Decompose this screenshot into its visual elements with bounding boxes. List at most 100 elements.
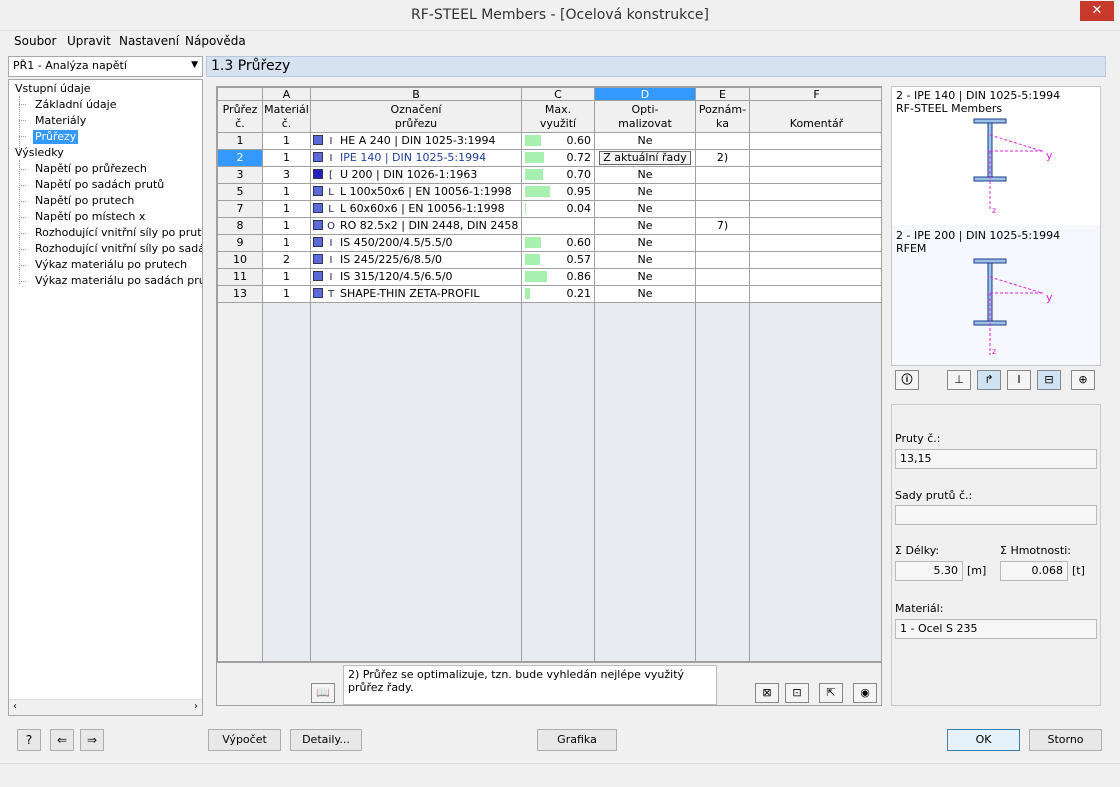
optimize-cell[interactable]: Z aktuální řady bbox=[594, 149, 696, 167]
menu-soubor[interactable]: Soubor bbox=[14, 34, 56, 48]
note-cell[interactable] bbox=[695, 285, 750, 303]
axes-icon[interactable]: ↱ bbox=[977, 370, 1001, 390]
note-cell[interactable] bbox=[695, 268, 750, 286]
section-cell[interactable]: I IS 450/200/4.5/5.5/0 bbox=[310, 234, 522, 252]
table-row[interactable]: 13 1 T SHAPE-THIN ZETA-PROFIL 0.21 Ne bbox=[217, 285, 881, 303]
material-cell[interactable]: 1 bbox=[262, 200, 311, 218]
export-excel-icon[interactable]: ⊠ bbox=[755, 683, 779, 703]
note-cell[interactable] bbox=[695, 183, 750, 201]
tree-item-sily-po-sadach[interactable]: Rozhodující vnitřní síly po sadách p bbox=[35, 242, 202, 256]
comment-cell[interactable] bbox=[749, 217, 881, 235]
note-cell[interactable] bbox=[695, 251, 750, 269]
row-number[interactable]: 11 bbox=[217, 268, 263, 286]
material-cell[interactable]: 1 bbox=[262, 285, 311, 303]
tree-item-vstupni-udaje[interactable]: Vstupní údaje bbox=[15, 82, 91, 96]
row-number[interactable]: 1 bbox=[217, 132, 263, 150]
select-member-icon[interactable]: ⇱ bbox=[819, 683, 843, 703]
table-row[interactable]: 71 L L 60x60x6 | EN 10056-1:1998 0.04 Ne bbox=[217, 200, 881, 218]
tree-item-vysledky[interactable]: Výsledky bbox=[15, 146, 64, 160]
optimize-cell[interactable]: Ne bbox=[594, 166, 696, 184]
comment-cell[interactable] bbox=[749, 149, 881, 167]
graphics-button[interactable]: Grafika bbox=[537, 729, 617, 751]
optimize-cell[interactable]: Ne bbox=[594, 200, 696, 218]
comment-cell[interactable] bbox=[749, 251, 881, 269]
comment-cell[interactable] bbox=[749, 285, 881, 303]
optimize-cell[interactable]: Ne bbox=[594, 234, 696, 252]
row-number[interactable]: 13 bbox=[217, 285, 263, 303]
section-cell[interactable]: I HE A 240 | DIN 1025-3:1994 bbox=[310, 132, 522, 150]
tree-item-napeti-po-prurezech[interactable]: Napětí po průřezech bbox=[35, 162, 147, 176]
table-row[interactable]: 10 2 I IS 245/225/6/8.5/0 0.57 Ne bbox=[217, 251, 881, 269]
section-cell[interactable]: [U 200 | DIN 1026-1:1963 bbox=[310, 166, 522, 184]
material-cell[interactable]: 1 bbox=[262, 132, 311, 150]
row-number[interactable]: 8 bbox=[217, 217, 263, 235]
show-section-icon[interactable]: ⊥ bbox=[947, 370, 971, 390]
dimensions-icon[interactable]: I bbox=[1007, 370, 1031, 390]
comment-cell[interactable] bbox=[749, 166, 881, 184]
table-row[interactable]: 9 1 I IS 450/200/4.5/5.5/0 0.60 Ne bbox=[217, 234, 881, 252]
section-cell[interactable]: I IS 315/120/4.5/6.5/0 bbox=[310, 268, 522, 286]
scroll-right-icon[interactable]: › bbox=[194, 701, 198, 712]
row-number[interactable]: 7 bbox=[217, 200, 263, 218]
previous-icon[interactable]: ⇐ bbox=[50, 729, 74, 751]
note-cell[interactable]: 2) bbox=[695, 149, 750, 167]
tree-item-napeti-po-prutech[interactable]: Napětí po prutech bbox=[35, 194, 134, 208]
comment-cell[interactable] bbox=[749, 234, 881, 252]
optimize-cell[interactable]: Ne bbox=[594, 217, 696, 235]
tree-item-napeti-po-mistech[interactable]: Napětí po místech x bbox=[35, 210, 145, 224]
table-row[interactable]: 11 1 I IS 315/120/4.5/6.5/0 0.86 Ne bbox=[217, 268, 881, 286]
row-number[interactable]: 10 bbox=[217, 251, 263, 269]
menu-nastaveni[interactable]: Nastavení bbox=[119, 34, 179, 48]
tree-item-napeti-po-sadach[interactable]: Napětí po sadách prutů bbox=[35, 178, 164, 192]
comment-cell[interactable] bbox=[749, 183, 881, 201]
zoom-icon[interactable]: ⊕ bbox=[1071, 370, 1095, 390]
note-cell[interactable] bbox=[695, 166, 750, 184]
ok-button[interactable]: OK bbox=[947, 729, 1020, 751]
tree-horizontal-scrollbar[interactable]: ‹ › bbox=[9, 699, 202, 715]
section-cell[interactable]: O RO 82.5x2 | DIN 2448, DIN 2458 bbox=[310, 217, 522, 235]
details-button[interactable]: Detaily... bbox=[290, 729, 362, 751]
cancel-button[interactable]: Storno bbox=[1029, 729, 1102, 751]
col-letter-b[interactable]: B bbox=[310, 87, 522, 101]
material-cell[interactable]: 1 bbox=[262, 234, 311, 252]
table-row[interactable]: 2 1 I IPE 140 | DIN 1025-5:1994 0.72 Z aktuál… bbox=[217, 149, 881, 167]
section-cell[interactable]: L L 60x60x6 | EN 10056-1:1998 bbox=[310, 200, 522, 218]
tree-item-materialy[interactable]: Materiály bbox=[35, 114, 86, 128]
help-icon[interactable]: ? bbox=[17, 729, 41, 751]
section-cell[interactable]: L L 100x50x6 | EN 10056-1:1998 bbox=[310, 183, 522, 201]
note-cell[interactable] bbox=[695, 132, 750, 150]
comment-cell[interactable] bbox=[749, 200, 881, 218]
view-icon[interactable]: ◉ bbox=[853, 683, 877, 703]
comment-cell[interactable] bbox=[749, 132, 881, 150]
material-cell[interactable]: 2 bbox=[262, 251, 311, 269]
row-number[interactable]: 5 bbox=[217, 183, 263, 201]
book-icon[interactable]: 📖 bbox=[311, 683, 335, 703]
tree-item-prurezy[interactable]: Průřezy bbox=[33, 130, 79, 144]
material-cell[interactable]: 3 bbox=[262, 166, 311, 184]
labels-icon[interactable]: ⊟ bbox=[1037, 370, 1061, 390]
col-letter-c[interactable]: C bbox=[521, 87, 595, 101]
menu-napoveda[interactable]: Nápověda bbox=[185, 34, 246, 48]
table-row[interactable]: 3 3 [U 200 | DIN 1026-1:1963 0.70 Ne bbox=[217, 166, 881, 184]
material-cell[interactable]: 1 bbox=[262, 149, 311, 167]
tree-item-sily-po-prutech[interactable]: Rozhodující vnitřní síly po prutech bbox=[35, 226, 202, 240]
note-cell[interactable]: 7) bbox=[695, 217, 750, 235]
col-letter-f[interactable]: F bbox=[749, 87, 881, 101]
calculate-button[interactable]: Výpočet bbox=[208, 729, 281, 751]
optimize-select[interactable]: Z aktuální řady bbox=[599, 151, 691, 165]
optimize-cell[interactable]: Ne bbox=[594, 132, 696, 150]
section-cell[interactable]: T SHAPE-THIN ZETA-PROFIL bbox=[310, 285, 522, 303]
next-icon[interactable]: ⇒ bbox=[80, 729, 104, 751]
tree-item-zakladni-udaje[interactable]: Základní údaje bbox=[35, 98, 116, 112]
menu-upravit[interactable]: Upravit bbox=[67, 34, 111, 48]
case-select[interactable]: PŘ1 - Analýza napětí ▼ bbox=[8, 56, 203, 77]
table-row[interactable]: 51 L L 100x50x6 | EN 10056-1:1998 0.95 Ne bbox=[217, 183, 881, 201]
optimize-cell[interactable]: Ne bbox=[594, 268, 696, 286]
note-cell[interactable] bbox=[695, 234, 750, 252]
row-number[interactable]: 9 bbox=[217, 234, 263, 252]
section-cell[interactable]: I IPE 140 | DIN 1025-5:1994 bbox=[310, 149, 522, 167]
section-cell[interactable]: I IS 245/225/6/8.5/0 bbox=[310, 251, 522, 269]
import-excel-icon[interactable]: ⊡ bbox=[785, 683, 809, 703]
table-row[interactable]: 1 1 I HE A 240 | DIN 1025-3:1994 0.60 Ne bbox=[217, 132, 881, 150]
tree-item-vykaz-po-prutech[interactable]: Výkaz materiálu po prutech bbox=[35, 258, 187, 272]
